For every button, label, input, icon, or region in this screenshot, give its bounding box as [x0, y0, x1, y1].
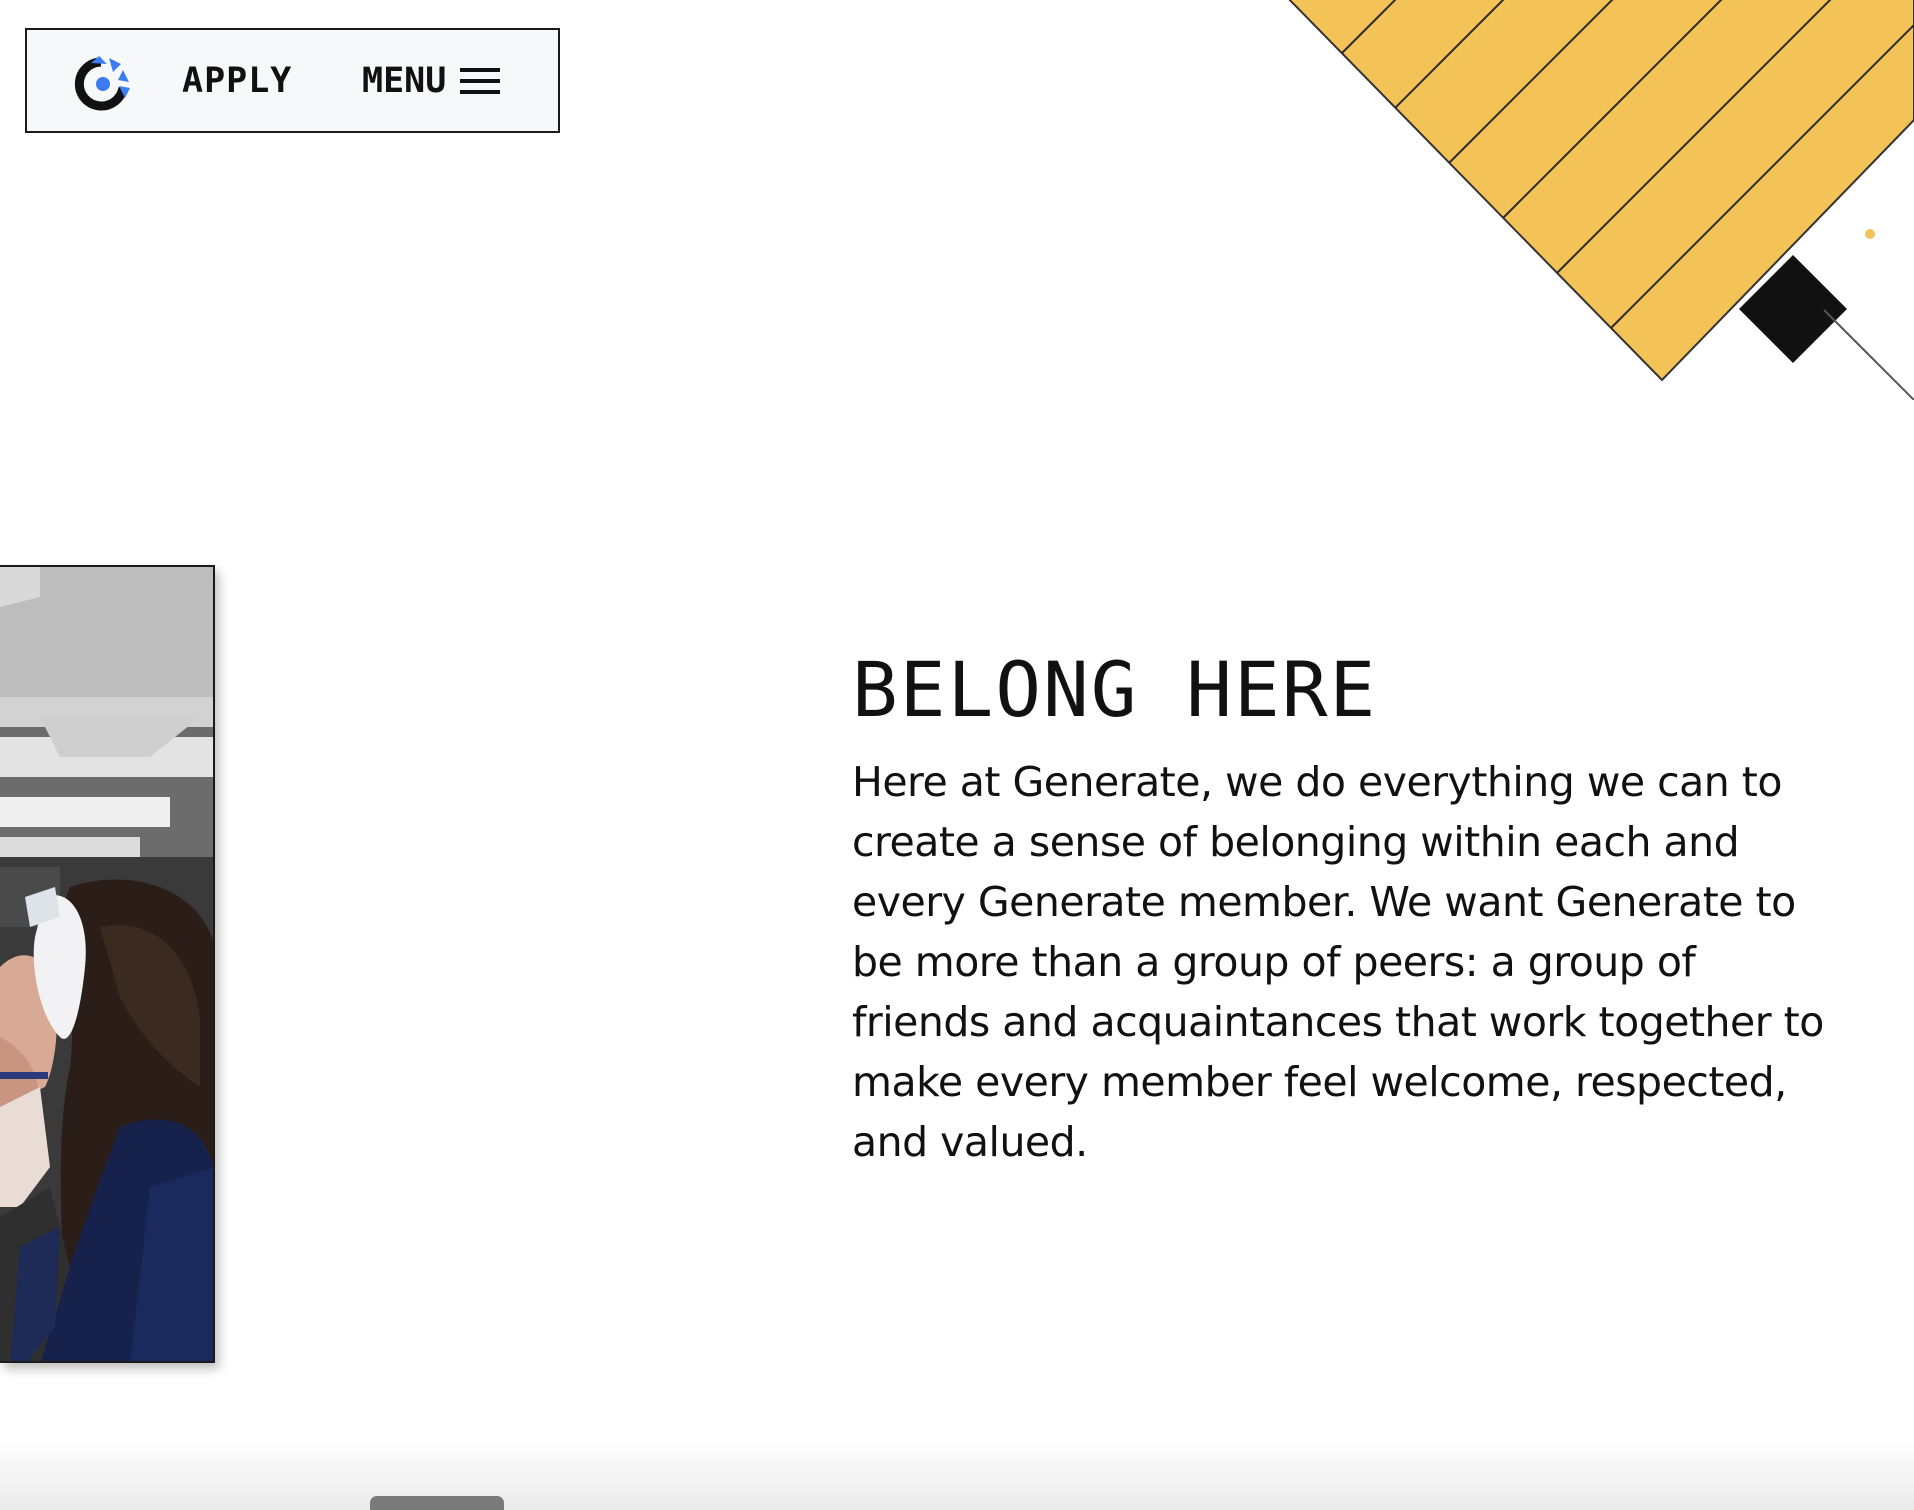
event-photo: [0, 565, 215, 1363]
bottom-scroll-track: [0, 1440, 1914, 1510]
section-heading: BELONG HERE: [852, 645, 1378, 734]
section-body: Here at Generate, we do everything we ca…: [852, 758, 1824, 1166]
striped-diamond-decoration: [1288, 0, 1914, 400]
menu-button[interactable]: MENU: [362, 30, 501, 131]
horizontal-scrollbar-thumb[interactable]: [370, 1496, 504, 1510]
generate-logo-icon[interactable]: [69, 52, 133, 116]
apply-link[interactable]: APPLY: [182, 30, 292, 131]
page: APPLY MENU BELONG HERE Here at Generate,…: [0, 0, 1914, 1510]
top-nav: APPLY MENU: [25, 28, 560, 133]
hamburger-menu-icon: [460, 67, 501, 94]
menu-label: MENU: [362, 60, 447, 101]
event-photo-image: [0, 567, 213, 1361]
